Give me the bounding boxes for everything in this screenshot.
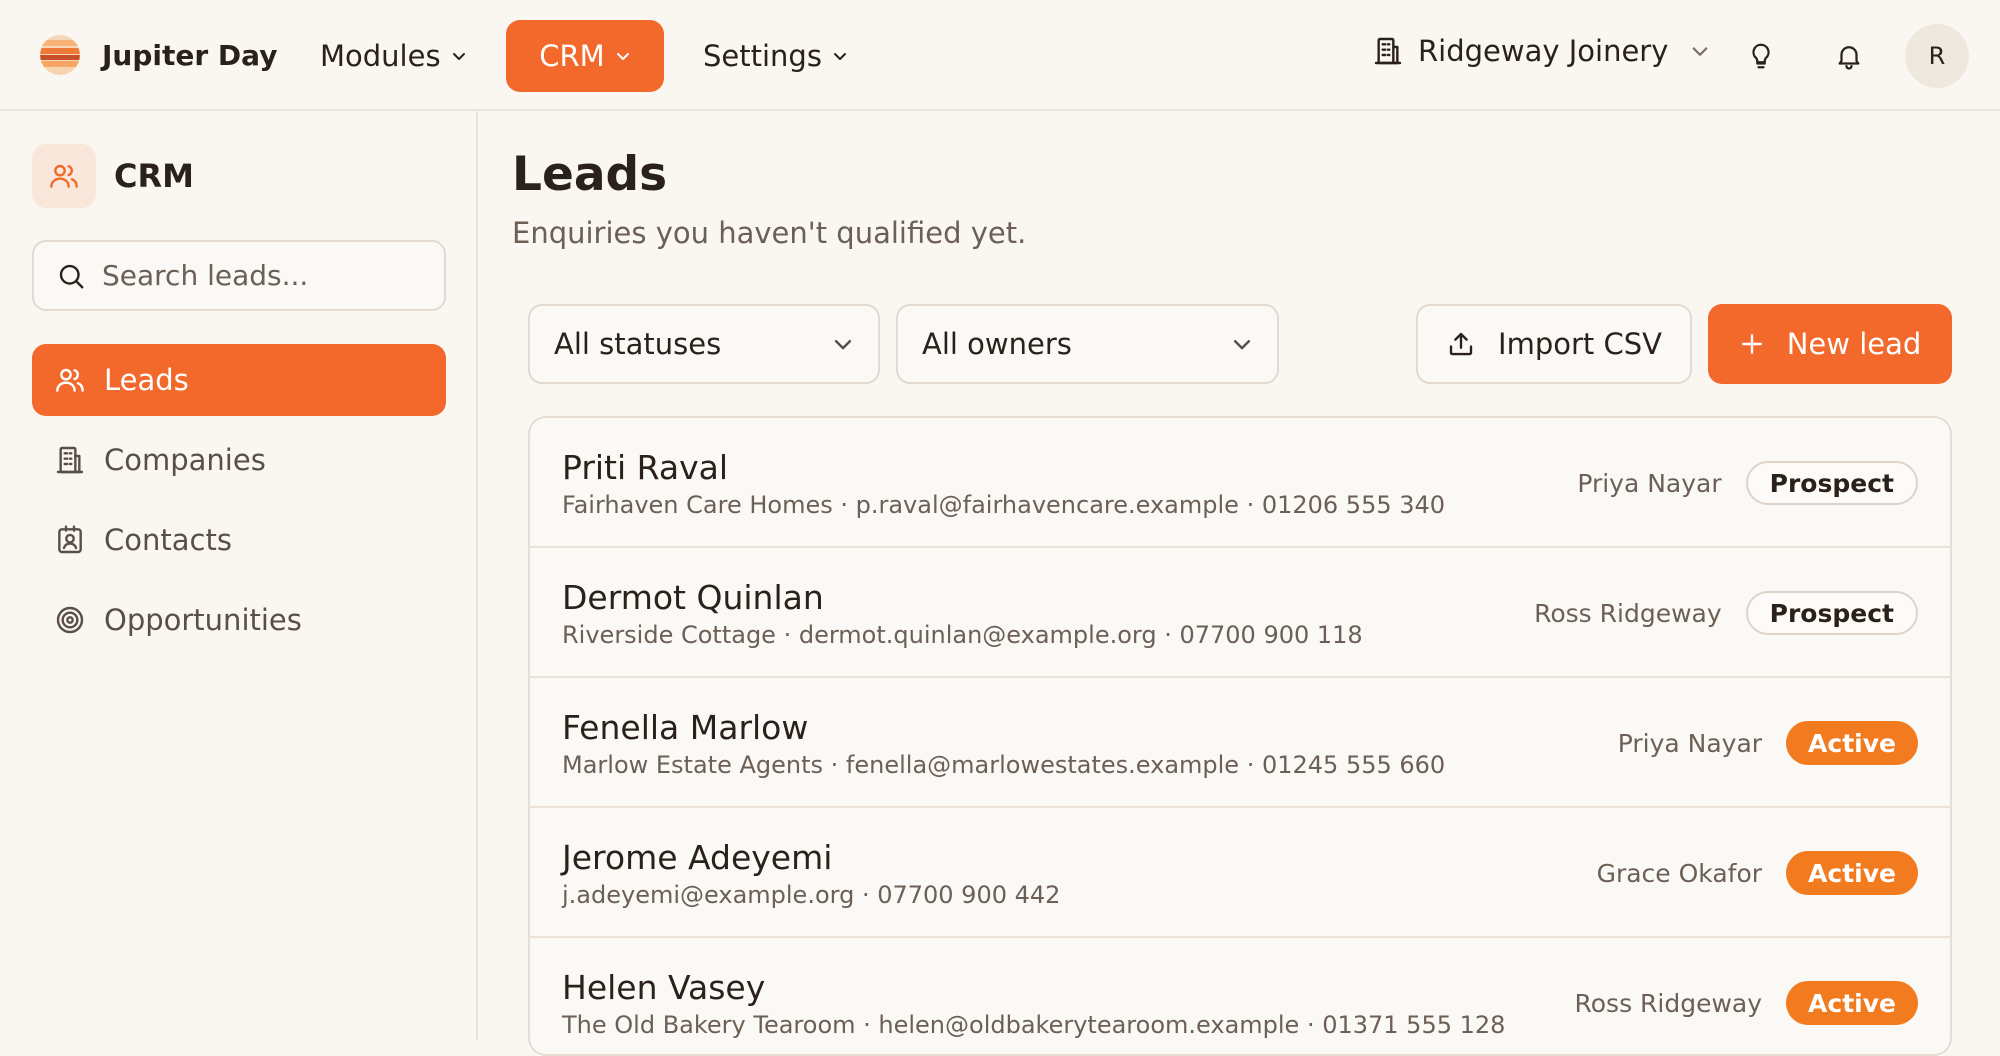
sidebar-item-companies[interactable]: Companies [32,424,446,496]
lead-name: Helen Vasey [562,968,766,1007]
sidebar-nav: Leads Companies Contacts Opportunities [32,344,446,664]
main-content: Leads Enquiries you haven't qualified ye… [480,111,2000,1056]
avatar-initial: R [1928,42,1946,70]
status-badge: Active [1786,851,1918,895]
target-icon [54,604,86,636]
notifications-button[interactable] [1829,36,1869,76]
users-icon [54,364,86,396]
brand[interactable]: Jupiter Day [40,35,277,75]
lead-details: Marlow Estate Agents · fenella@marlowest… [562,751,1446,779]
organization-name: Ridgeway Joinery [1418,34,1669,68]
building-icon [1372,35,1404,67]
lead-row-right: Ross Ridgeway Prospect [1534,591,1918,635]
upload-icon [1446,329,1476,359]
lead-owner: Priya Nayar [1617,728,1763,758]
app-name: Jupiter Day [102,38,278,72]
lead-details: j.adeyemi@example.org · 07700 900 442 [562,881,1061,909]
search-icon [56,261,86,291]
chevron-down-icon [1231,333,1253,355]
lead-row[interactable]: Dermot Quinlan Riverside Cottage · dermo… [530,548,1950,678]
user-avatar[interactable]: R [1905,24,1969,88]
chevron-down-icon [1690,41,1710,61]
status-badge: Active [1786,721,1918,765]
jupiter-logo-icon [40,35,80,75]
lead-name: Dermot Quinlan [562,578,824,617]
lead-row-right: Grace Okafor Active [1597,851,1918,895]
contact-card-icon [54,524,86,556]
organization-switcher[interactable]: Ridgeway Joinery [1372,34,1710,68]
top-bar: Jupiter Day Modules CRM Settings Ridgewa… [0,0,2000,111]
lead-row[interactable]: Priti Raval Fairhaven Care Homes · p.rav… [530,418,1950,548]
status-filter-select[interactable]: All statuses [528,304,880,384]
nav-settings-label: Settings [703,39,822,73]
sidebar: CRM Leads Com [0,111,478,1040]
nav-modules-label: Modules [320,39,441,73]
lead-name: Priti Raval [562,448,728,487]
lead-details: Riverside Cottage · dermot.quinlan@examp… [562,621,1363,649]
lead-owner: Ross Ridgeway [1534,598,1722,628]
sidebar-item-label: Companies [104,443,266,477]
status-badge: Active [1786,981,1918,1025]
lightbulb-icon [1746,41,1776,71]
lead-row-right: Priya Nayar Prospect [1577,461,1918,505]
nav-crm[interactable]: CRM [506,20,664,92]
lead-row[interactable]: Fenella Marlow Marlow Estate Agents · fe… [530,678,1950,808]
chevron-down-icon [832,48,848,64]
owner-filter-value: All owners [922,327,1072,361]
lead-details: The Old Bakery Tearoom · helen@oldbakery… [562,1011,1506,1039]
owner-filter-select[interactable]: All owners [896,304,1279,384]
sidebar-item-contacts[interactable]: Contacts [32,504,446,576]
search-input[interactable] [102,259,422,292]
lead-row[interactable]: Helen Vasey The Old Bakery Tearoom · hel… [530,938,1950,1054]
chevron-down-icon [832,333,854,355]
sidebar-item-leads[interactable]: Leads [32,344,446,416]
nav-settings[interactable]: Settings [703,20,848,92]
lead-details: Fairhaven Care Homes · p.raval@fairhaven… [562,491,1446,519]
sidebar-item-label: Contacts [104,523,232,557]
ideas-button[interactable] [1741,36,1781,76]
new-lead-button[interactable]: New lead [1708,304,1952,384]
lead-owner: Priya Nayar [1577,468,1722,498]
lead-owner: Grace Okafor [1596,858,1763,888]
plus-icon [1739,331,1765,357]
status-badge: Prospect [1745,461,1918,505]
search-box[interactable] [32,240,446,311]
bell-icon [1834,41,1864,71]
lead-row-right: Priya Nayar Active [1618,721,1918,765]
status-badge: Prospect [1745,591,1918,635]
status-filter-value: All statuses [554,327,722,361]
sidebar-item-opportunities[interactable]: Opportunities [32,584,446,656]
page-subtitle: Enquiries you haven't qualified yet. [512,216,1027,250]
import-csv-label: Import CSV [1498,327,1662,361]
sidebar-item-label: Leads [104,363,189,397]
page-title: Leads [512,147,668,202]
lead-row-right: Ross Ridgeway Active [1574,981,1918,1025]
building-icon [54,444,86,476]
sidebar-header: CRM [32,144,194,208]
lead-name: Jerome Adeyemi [562,838,833,877]
chevron-down-icon [615,48,631,64]
new-lead-label: New lead [1786,327,1922,361]
sidebar-item-label: Opportunities [104,603,302,637]
chevron-down-icon [451,48,467,64]
lead-row[interactable]: Jerome Adeyemi j.adeyemi@example.org · 0… [530,808,1950,938]
import-csv-button[interactable]: Import CSV [1416,304,1692,384]
lead-list: Priti Raval Fairhaven Care Homes · p.rav… [528,416,1952,1056]
users-icon [32,144,96,208]
nav-crm-label: CRM [539,39,605,73]
sidebar-title: CRM [114,157,194,195]
lead-owner: Ross Ridgeway [1574,988,1763,1018]
lead-name: Fenella Marlow [562,708,809,747]
nav-modules[interactable]: Modules [320,20,467,92]
